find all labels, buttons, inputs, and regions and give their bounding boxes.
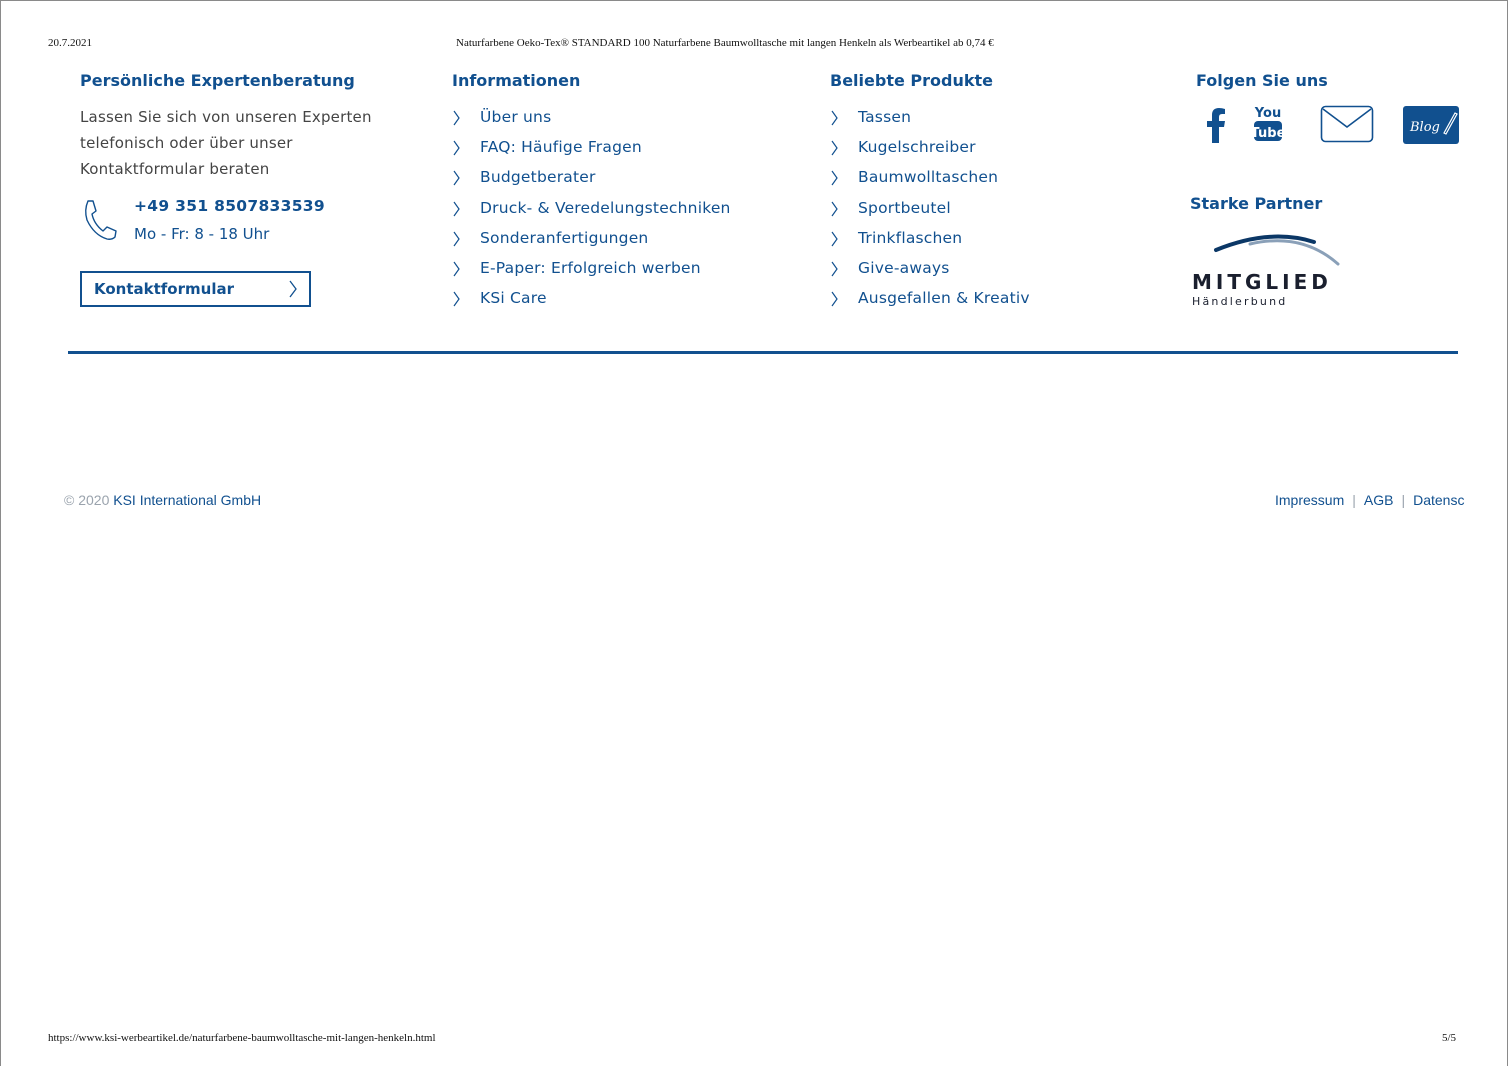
print-date: 20.7.2021: [48, 37, 92, 49]
copyright: © 2020 KSI International GmbH: [64, 492, 261, 508]
link-label: Druck- & Veredelungstechniken: [480, 198, 731, 217]
badge-title: MITGLIED: [1192, 270, 1332, 294]
contact-form-button[interactable]: Kontaktformular: [80, 271, 311, 307]
consulting-column: Persönliche Expertenberatung Lassen Sie …: [80, 70, 410, 307]
blog-label-text: Blog: [1409, 120, 1440, 135]
info-link-care[interactable]: KSi Care: [452, 286, 792, 316]
info-link-about[interactable]: Über uns: [452, 105, 792, 135]
print-page-number: 5/5: [1442, 1032, 1457, 1044]
info-link-epaper[interactable]: E-Paper: Erfolgreich werben: [452, 256, 792, 286]
agb-link[interactable]: AGB: [1364, 492, 1394, 508]
print-url: https://www.ksi-werbeartikel.de/naturfar…: [48, 1032, 436, 1044]
social-links: You Tube Blog: [1190, 103, 1470, 151]
chevron-right-icon: [831, 230, 839, 254]
link-label: Sonderanfertigungen: [480, 228, 649, 247]
youtube-you-text: You: [1254, 106, 1281, 121]
link-label: Trinkflaschen: [858, 228, 963, 247]
follow-heading: Folgen Sie uns: [1196, 71, 1328, 90]
link-label: Sportbeutel: [858, 198, 951, 217]
footer-divider: [68, 351, 1458, 354]
info-link-budget[interactable]: Budgetberater: [452, 165, 792, 195]
product-link-bags[interactable]: Baumwolltaschen: [830, 165, 1130, 195]
chevron-right-icon: [453, 139, 461, 163]
chevron-right-icon: [453, 109, 461, 133]
link-label: Ausgefallen & Kreativ: [858, 289, 1030, 308]
link-label: Budgetberater: [480, 168, 596, 187]
facebook-icon[interactable]: [1198, 105, 1234, 149]
phone-icon: [82, 198, 118, 246]
link-label: Kugelschreiber: [858, 138, 976, 157]
chevron-right-icon: [831, 169, 839, 193]
product-link-creative[interactable]: Ausgefallen & Kreativ: [830, 286, 1130, 316]
link-label: E-Paper: Erfolgreich werben: [480, 258, 701, 277]
chevron-right-icon: [453, 169, 461, 193]
separator: |: [1401, 492, 1406, 508]
haendlerbund-badge[interactable]: MITGLIED Händlerbund: [1190, 228, 1470, 318]
info-link-print[interactable]: Druck- & Veredelungstechniken: [452, 196, 792, 226]
chevron-right-icon: [831, 109, 839, 133]
chevron-right-icon: [831, 290, 839, 314]
badge-subtitle: Händlerbund: [1192, 295, 1287, 308]
link-label: Tassen: [858, 108, 912, 126]
product-link-pens[interactable]: Kugelschreiber: [830, 135, 1130, 165]
consulting-heading: Persönliche Expertenberatung: [80, 71, 355, 90]
chevron-right-icon: [831, 260, 839, 284]
link-label: KSi Care: [480, 289, 547, 308]
chevron-right-icon: [453, 290, 461, 314]
consulting-intro: Lassen Sie sich von unseren Experten tel…: [80, 108, 372, 178]
information-list: Über uns FAQ: Häufige Fragen Budgetberat…: [452, 105, 792, 316]
product-link-gymbags[interactable]: Sportbeutel: [830, 196, 1130, 226]
info-link-faq[interactable]: FAQ: Häufige Fragen: [452, 135, 792, 165]
print-title: Naturfarbene Oeko-Tex® STANDARD 100 Natu…: [456, 37, 994, 49]
partners-heading: Starke Partner: [1190, 194, 1323, 213]
link-label: Baumwolltaschen: [858, 168, 999, 187]
youtube-tube-text: Tube: [1252, 126, 1284, 141]
information-heading: Informationen: [452, 71, 581, 90]
contact-form-button-label: Kontaktformular: [94, 280, 234, 298]
impressum-link[interactable]: Impressum: [1275, 492, 1344, 508]
blog-icon[interactable]: Blog: [1402, 105, 1460, 149]
chevron-right-icon: [453, 200, 461, 224]
product-link-mugs[interactable]: Tassen: [830, 105, 1130, 135]
chevron-right-icon: [289, 280, 297, 302]
youtube-icon[interactable]: You Tube: [1251, 101, 1286, 147]
link-label: Give-aways: [858, 258, 950, 277]
products-column: Beliebte Produkte Tassen Kugelschreiber …: [830, 70, 1130, 316]
chevron-right-icon: [453, 230, 461, 254]
phone-hours: Mo - Fr: 8 - 18 Uhr: [134, 225, 270, 243]
link-label: Über uns: [480, 108, 552, 126]
phone-block: +49 351 8507833539 Mo - Fr: 8 - 18 Uhr: [80, 194, 410, 250]
link-label: FAQ: Häufige Fragen: [480, 138, 642, 157]
company-link[interactable]: KSI International GmbH: [113, 492, 261, 508]
chevron-right-icon: [831, 200, 839, 224]
chevron-right-icon: [831, 139, 839, 163]
privacy-link[interactable]: Datenschutz: [1413, 492, 1465, 508]
separator: |: [1352, 492, 1356, 508]
information-column: Informationen Über uns FAQ: Häufige Frag…: [452, 70, 792, 316]
follow-column: Folgen Sie uns You Tube Blog Starke Part…: [1190, 70, 1470, 318]
legal-links: Impressum | AGB | Datenschutz: [1275, 492, 1465, 508]
product-link-giveaways[interactable]: Give-aways: [830, 256, 1130, 286]
products-list: Tassen Kugelschreiber Baumwolltaschen Sp…: [830, 105, 1130, 316]
copyright-prefix: © 2020: [64, 492, 110, 508]
info-link-custom[interactable]: Sonderanfertigungen: [452, 226, 792, 256]
mail-icon[interactable]: [1320, 105, 1374, 147]
phone-number[interactable]: +49 351 8507833539: [134, 194, 325, 218]
products-heading: Beliebte Produkte: [830, 71, 993, 90]
chevron-right-icon: [453, 260, 461, 284]
product-link-bottles[interactable]: Trinkflaschen: [830, 226, 1130, 256]
